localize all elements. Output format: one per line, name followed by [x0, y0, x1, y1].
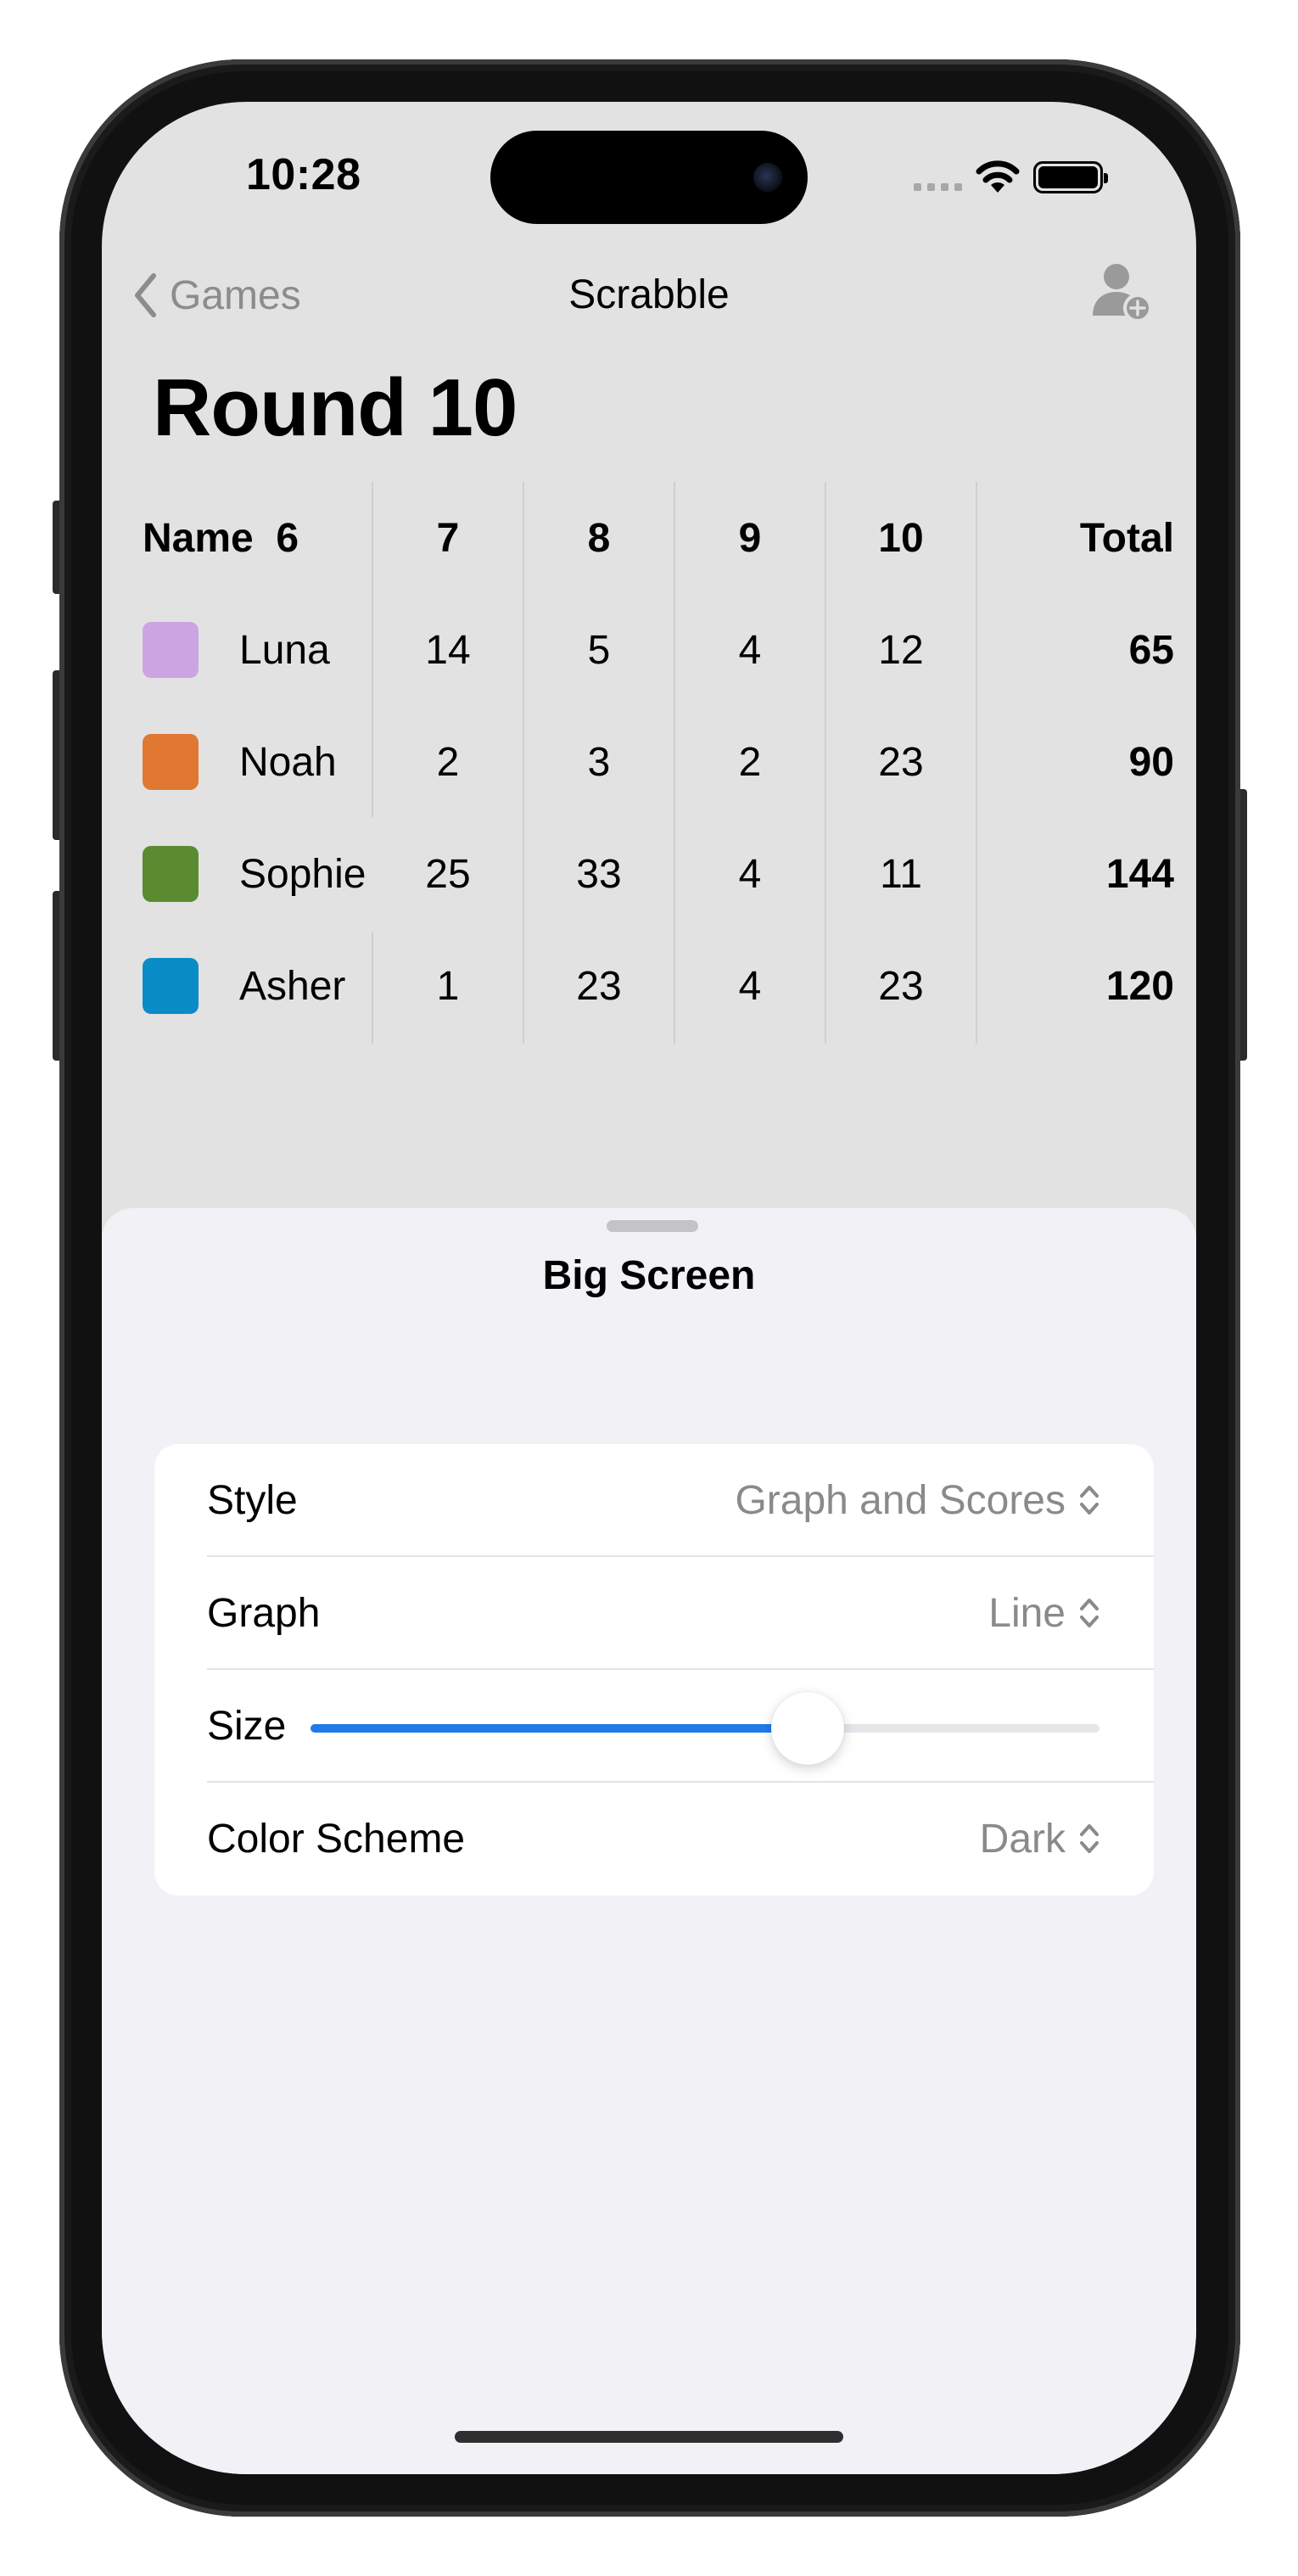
status-indicators — [914, 156, 1108, 199]
score-cell: 2 — [436, 739, 460, 785]
back-label: Games — [170, 272, 301, 318]
player-cell: Sophie — [143, 818, 389, 930]
table-row[interactable]: Luna 14 5 4 12 65 — [143, 594, 1174, 706]
cellular-signal-icon — [914, 182, 962, 191]
header-total: Total — [1079, 515, 1174, 561]
table-row[interactable]: Asher 1 23 4 23 120 — [143, 930, 1174, 1042]
table-header-row: Name 6 7 8 9 10 Total — [143, 482, 1174, 594]
table-row[interactable]: Noah 2 3 2 23 90 — [143, 706, 1174, 818]
score-cell: 25 — [425, 851, 471, 897]
header-name: Name 6 — [143, 515, 299, 561]
player-name: Asher — [239, 963, 346, 1009]
score-cell: 2 — [738, 739, 762, 785]
score-cell: 4 — [738, 851, 762, 897]
header-round: 10 — [878, 515, 924, 561]
style-picker[interactable]: Graph and Scores — [735, 1444, 1101, 1556]
header-round: 6 — [276, 515, 299, 561]
graph-label: Graph — [207, 1590, 321, 1636]
graph-picker[interactable]: Line — [988, 1557, 1101, 1669]
total-cell: 120 — [1105, 963, 1174, 1009]
total-cell: 65 — [1128, 627, 1174, 673]
player-color-swatch — [143, 958, 199, 1014]
battery-icon — [1033, 161, 1108, 193]
score-cell: 12 — [878, 627, 924, 673]
style-label: Style — [207, 1477, 298, 1523]
phone-screen: 10:28 Games Scrabble Round 10 Name 6 7 8… — [102, 102, 1196, 2474]
chevron-up-down-icon — [1080, 1824, 1099, 1853]
total-cell: 90 — [1128, 739, 1174, 785]
size-slider[interactable] — [311, 1692, 1099, 1765]
player-name: Luna — [239, 627, 330, 673]
player-name: Sophie — [239, 851, 366, 897]
graph-picker-row[interactable]: Graph Line — [154, 1557, 1154, 1669]
player-cell: Luna — [143, 594, 389, 706]
score-cell: 23 — [878, 963, 924, 1009]
score-cell: 1 — [436, 963, 460, 1009]
score-cell: 23 — [878, 739, 924, 785]
home-indicator[interactable] — [455, 2431, 843, 2443]
table-row[interactable]: Sophie 25 33 4 11 144 — [143, 818, 1174, 930]
style-value: Graph and Scores — [735, 1477, 1066, 1523]
header-round: 8 — [587, 515, 611, 561]
size-slider-thumb[interactable] — [770, 1692, 844, 1765]
score-cell: 3 — [587, 739, 611, 785]
chevron-up-down-icon — [1080, 1599, 1099, 1627]
page-title: Round 10 — [153, 362, 518, 453]
player-color-swatch — [143, 622, 199, 678]
size-label: Size — [207, 1703, 287, 1749]
graph-value: Line — [988, 1590, 1066, 1636]
status-time: 10:28 — [246, 150, 361, 199]
big-screen-sheet: Big Screen Style Graph and Scores Graph … — [102, 1208, 1196, 2474]
header-round: 9 — [738, 515, 762, 561]
score-cell: 4 — [738, 963, 762, 1009]
score-table: Name 6 7 8 9 10 Total Luna 14 5 4 12 65 … — [143, 482, 1174, 1042]
score-cell: 14 — [425, 627, 471, 673]
chevron-up-down-icon — [1080, 1486, 1099, 1515]
score-cell: 33 — [576, 851, 622, 897]
color-scheme-label: Color Scheme — [207, 1816, 466, 1862]
player-cell: Asher — [143, 930, 389, 1042]
chevron-left-icon — [135, 273, 156, 317]
person-plus-icon[interactable] — [1089, 260, 1154, 324]
score-cell: 5 — [587, 627, 611, 673]
color-scheme-picker-row[interactable]: Color Scheme Dark — [154, 1783, 1154, 1895]
total-cell: 144 — [1105, 851, 1174, 897]
player-color-swatch — [143, 846, 199, 902]
dynamic-island — [490, 131, 808, 224]
style-picker-row[interactable]: Style Graph and Scores — [154, 1444, 1154, 1556]
player-color-swatch — [143, 734, 199, 790]
header-round: 7 — [436, 515, 460, 561]
score-cell: 4 — [738, 627, 762, 673]
settings-form: Style Graph and Scores Graph Line Size C… — [154, 1444, 1154, 1896]
player-cell: Noah — [143, 706, 389, 818]
sheet-grabber[interactable] — [607, 1220, 698, 1232]
back-button[interactable]: Games — [132, 272, 301, 319]
score-cell: 23 — [576, 963, 622, 1009]
sheet-title: Big Screen — [542, 1253, 756, 1298]
player-name: Noah — [239, 739, 337, 785]
size-slider-fill — [311, 1724, 808, 1733]
score-cell: 11 — [880, 851, 922, 897]
nav-title: Scrabble — [568, 272, 730, 317]
camera-icon — [753, 163, 782, 192]
color-scheme-picker[interactable]: Dark — [980, 1783, 1101, 1895]
size-slider-row: Size — [154, 1670, 1154, 1782]
color-scheme-value: Dark — [979, 1816, 1066, 1862]
wifi-icon — [976, 160, 1020, 193]
